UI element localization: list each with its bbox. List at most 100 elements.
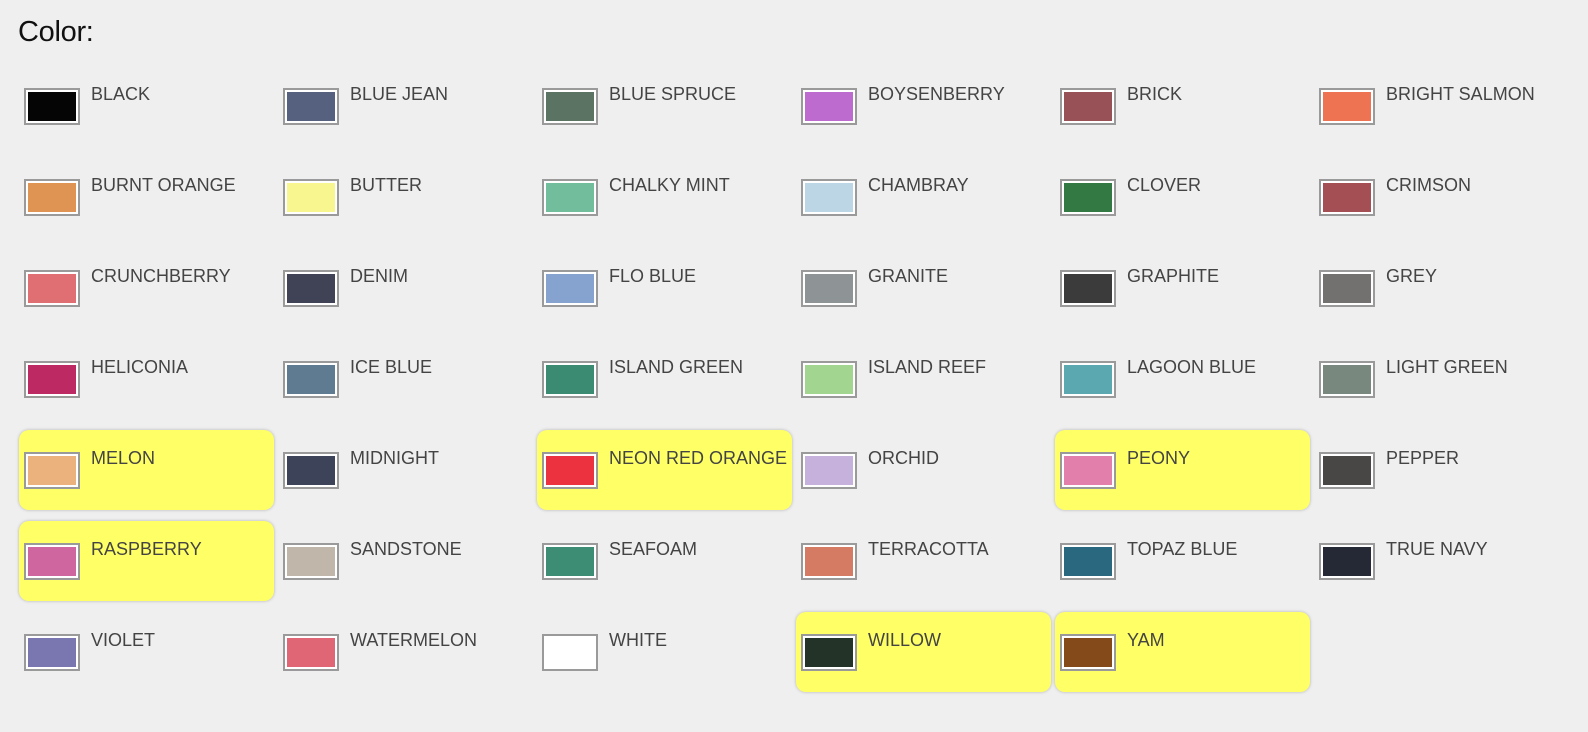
color-swatch[interactable] — [24, 452, 80, 489]
color-swatch[interactable] — [1319, 179, 1375, 216]
color-option-heliconia[interactable]: HELICONIA — [19, 339, 274, 419]
color-label: ICE BLUE — [350, 357, 433, 377]
color-swatch[interactable] — [1060, 270, 1116, 307]
color-option-clover[interactable]: CLOVER — [1055, 157, 1310, 237]
color-swatch[interactable] — [542, 270, 598, 307]
color-label: WILLOW — [868, 630, 942, 650]
color-option-bright-salmon[interactable]: BRIGHT SALMON — [1314, 66, 1569, 146]
color-option-light-green[interactable]: LIGHT GREEN — [1314, 339, 1569, 419]
color-label: VIOLET — [91, 630, 156, 650]
color-option-pepper[interactable]: PEPPER — [1314, 430, 1569, 510]
color-swatch[interactable] — [1319, 270, 1375, 307]
color-label: WATERMELON — [350, 630, 478, 650]
color-swatch[interactable] — [801, 88, 857, 125]
color-label: WHITE — [609, 630, 667, 650]
color-swatch[interactable] — [801, 361, 857, 398]
color-option-sandstone[interactable]: SANDSTONE — [278, 521, 533, 601]
color-option-true-navy[interactable]: TRUE NAVY — [1314, 521, 1569, 601]
color-label: SANDSTONE — [350, 539, 462, 559]
color-option-grey[interactable]: GREY — [1314, 248, 1569, 328]
color-swatch[interactable] — [801, 452, 857, 489]
color-picker: Color: BLACK BLUE JEAN BLUE SPRUCE BOYSENBE… — [0, 0, 1588, 732]
color-option-flo-blue[interactable]: FLO BLUE — [537, 248, 792, 328]
color-option-blue-spruce[interactable]: BLUE SPRUCE — [537, 66, 792, 146]
color-swatch[interactable] — [24, 270, 80, 307]
color-swatch[interactable] — [542, 361, 598, 398]
color-option-crimson[interactable]: CRIMSON — [1314, 157, 1569, 237]
color-swatch[interactable] — [801, 634, 857, 671]
color-label: ISLAND GREEN — [609, 357, 744, 377]
color-swatch[interactable] — [1060, 361, 1116, 398]
color-option-white[interactable]: WHITE — [537, 612, 792, 692]
color-label: PEPPER — [1386, 448, 1460, 468]
color-swatch[interactable] — [1319, 88, 1375, 125]
color-option-chambray[interactable]: CHAMBRAY — [796, 157, 1051, 237]
color-swatch[interactable] — [542, 179, 598, 216]
color-option-orchid[interactable]: ORCHID — [796, 430, 1051, 510]
color-option-watermelon[interactable]: WATERMELON — [278, 612, 533, 692]
color-swatch[interactable] — [801, 179, 857, 216]
color-option-yam[interactable]: YAM — [1055, 612, 1310, 692]
color-swatch[interactable] — [1060, 452, 1116, 489]
color-option-crunchberry[interactable]: CRUNCHBERRY — [19, 248, 274, 328]
color-option-midnight[interactable]: MIDNIGHT — [278, 430, 533, 510]
color-option-topaz-blue[interactable]: TOPAZ BLUE — [1055, 521, 1310, 601]
color-option-terracotta[interactable]: TERRACOTTA — [796, 521, 1051, 601]
color-option-peony[interactable]: PEONY — [1055, 430, 1310, 510]
color-swatch[interactable] — [1060, 543, 1116, 580]
color-swatch[interactable] — [24, 634, 80, 671]
color-option-brick[interactable]: BRICK — [1055, 66, 1310, 146]
color-option-willow[interactable]: WILLOW — [796, 612, 1051, 692]
color-option-burnt-orange[interactable]: BURNT ORANGE — [19, 157, 274, 237]
color-swatch[interactable] — [1319, 361, 1375, 398]
color-swatch[interactable] — [542, 88, 598, 125]
color-swatch[interactable] — [801, 543, 857, 580]
color-label: TRUE NAVY — [1386, 539, 1488, 559]
color-option-butter[interactable]: BUTTER — [278, 157, 533, 237]
color-option-chalky-mint[interactable]: CHALKY MINT — [537, 157, 792, 237]
color-option-neon-red-orange[interactable]: NEON RED ORANGE — [537, 430, 792, 510]
color-option-seafoam[interactable]: SEAFOAM — [537, 521, 792, 601]
color-swatch[interactable] — [542, 543, 598, 580]
color-swatch[interactable] — [283, 543, 339, 580]
color-label: YAM — [1127, 630, 1165, 650]
color-swatch[interactable] — [801, 270, 857, 307]
color-swatch[interactable] — [283, 361, 339, 398]
color-label: BRICK — [1127, 84, 1183, 104]
color-label: BLACK — [91, 84, 151, 104]
color-swatch[interactable] — [542, 634, 598, 671]
color-option-ice-blue[interactable]: ICE BLUE — [278, 339, 533, 419]
color-swatch[interactable] — [283, 179, 339, 216]
color-swatch[interactable] — [1319, 543, 1375, 580]
color-label: ORCHID — [868, 448, 939, 468]
color-option-blue-jean[interactable]: BLUE JEAN — [278, 66, 533, 146]
color-option-granite[interactable]: GRANITE — [796, 248, 1051, 328]
color-option-denim[interactable]: DENIM — [278, 248, 533, 328]
color-swatch[interactable] — [1060, 179, 1116, 216]
color-option-violet[interactable]: VIOLET — [19, 612, 274, 692]
color-swatch[interactable] — [24, 543, 80, 580]
color-swatch-grid: BLACK BLUE JEAN BLUE SPRUCE BOYSENBERRY BRIC… — [19, 66, 1569, 692]
color-swatch[interactable] — [24, 361, 80, 398]
color-swatch[interactable] — [283, 270, 339, 307]
color-swatch[interactable] — [1060, 88, 1116, 125]
color-label: HELICONIA — [91, 357, 189, 377]
color-option-black[interactable]: BLACK — [19, 66, 274, 146]
color-swatch[interactable] — [1319, 452, 1375, 489]
color-swatch[interactable] — [24, 88, 80, 125]
color-label: BLUE JEAN — [350, 84, 449, 104]
color-option-raspberry[interactable]: RASPBERRY — [19, 521, 274, 601]
color-label: LAGOON BLUE — [1127, 357, 1257, 377]
color-swatch[interactable] — [283, 88, 339, 125]
color-option-boysenberry[interactable]: BOYSENBERRY — [796, 66, 1051, 146]
color-swatch[interactable] — [24, 179, 80, 216]
color-swatch[interactable] — [1060, 634, 1116, 671]
color-option-graphite[interactable]: GRAPHITE — [1055, 248, 1310, 328]
color-swatch[interactable] — [283, 452, 339, 489]
color-option-lagoon-blue[interactable]: LAGOON BLUE — [1055, 339, 1310, 419]
color-option-island-green[interactable]: ISLAND GREEN — [537, 339, 792, 419]
color-swatch[interactable] — [542, 452, 598, 489]
color-option-melon[interactable]: MELON — [19, 430, 274, 510]
color-swatch[interactable] — [283, 634, 339, 671]
color-option-island-reef[interactable]: ISLAND REEF — [796, 339, 1051, 419]
